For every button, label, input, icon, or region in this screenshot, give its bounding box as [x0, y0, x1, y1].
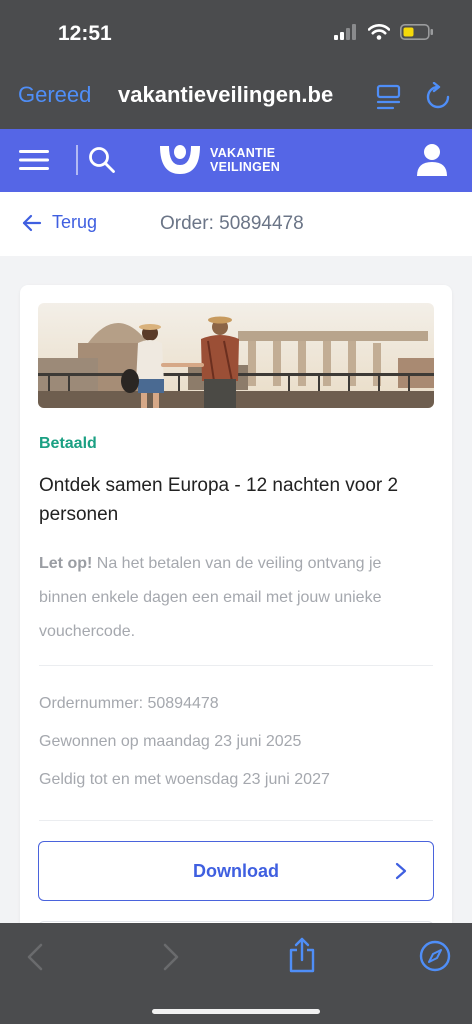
reader-mode-icon[interactable] — [376, 84, 402, 110]
chevron-right-icon — [395, 862, 407, 880]
download-label: Download — [193, 861, 279, 881]
order-title: Order: 50894478 — [160, 213, 304, 234]
user-icon[interactable] — [416, 143, 448, 177]
order-subnav: Terug Order: 50894478 — [0, 192, 472, 256]
share-icon[interactable] — [287, 937, 317, 973]
compass-icon[interactable] — [419, 940, 451, 972]
notice-emphasis: Let op! — [39, 555, 93, 572]
site-logo[interactable]: VAKANTIE VEILINGEN — [158, 143, 280, 177]
won-date: Gewonnen op maandag 23 juni 2025 — [39, 733, 302, 750]
hamburger-menu-icon[interactable] — [19, 149, 49, 171]
search-icon[interactable] — [88, 146, 116, 174]
product-title: Ontdek samen Europa - 12 nachten voor 2 … — [39, 475, 399, 525]
arrow-left-icon — [22, 214, 42, 231]
cellular-signal-icon — [334, 24, 356, 40]
site-header: VAKANTIE VEILINGEN — [0, 129, 472, 192]
browser-bottom-toolbar — [0, 923, 472, 1024]
payment-status-label: Betaald — [39, 435, 97, 452]
order-number: Ordernummer: 50894478 — [39, 695, 219, 712]
status-bar: 12:51 — [0, 0, 472, 64]
status-icons — [334, 24, 434, 40]
valid-until-date: Geldig tot en met woensdag 23 juni 2027 — [39, 771, 330, 788]
home-indicator — [152, 1009, 320, 1014]
logo-line-1: VAKANTIE — [210, 146, 276, 160]
download-button[interactable]: Download — [38, 841, 434, 901]
order-card: Betaald Ontdek samen Europa - 12 nachten… — [20, 285, 452, 951]
header-divider — [76, 145, 78, 175]
address-bar[interactable]: vakantieveilingen.be — [118, 82, 333, 108]
back-arrow-icon[interactable] — [26, 943, 44, 971]
section-divider — [39, 820, 433, 821]
browser-toolbar: Gereed vakantieveilingen.be — [0, 64, 472, 129]
wifi-icon — [368, 24, 390, 40]
forward-arrow-icon[interactable] — [162, 943, 180, 971]
logo-mark-icon — [160, 145, 200, 174]
back-link[interactable]: Terug — [22, 212, 97, 233]
logo-line-2: VEILINGEN — [210, 160, 281, 174]
section-divider — [39, 665, 433, 666]
product-image — [38, 303, 434, 408]
status-time: 12:51 — [58, 22, 112, 45]
voucher-notice: Let op! Na het betalen van de veiling on… — [39, 547, 429, 649]
battery-low-icon — [400, 24, 433, 40]
done-button[interactable]: Gereed — [18, 82, 91, 108]
reload-icon[interactable] — [425, 82, 451, 110]
logo-text: VAKANTIE VEILINGEN — [210, 146, 280, 174]
back-label: Terug — [52, 212, 98, 232]
